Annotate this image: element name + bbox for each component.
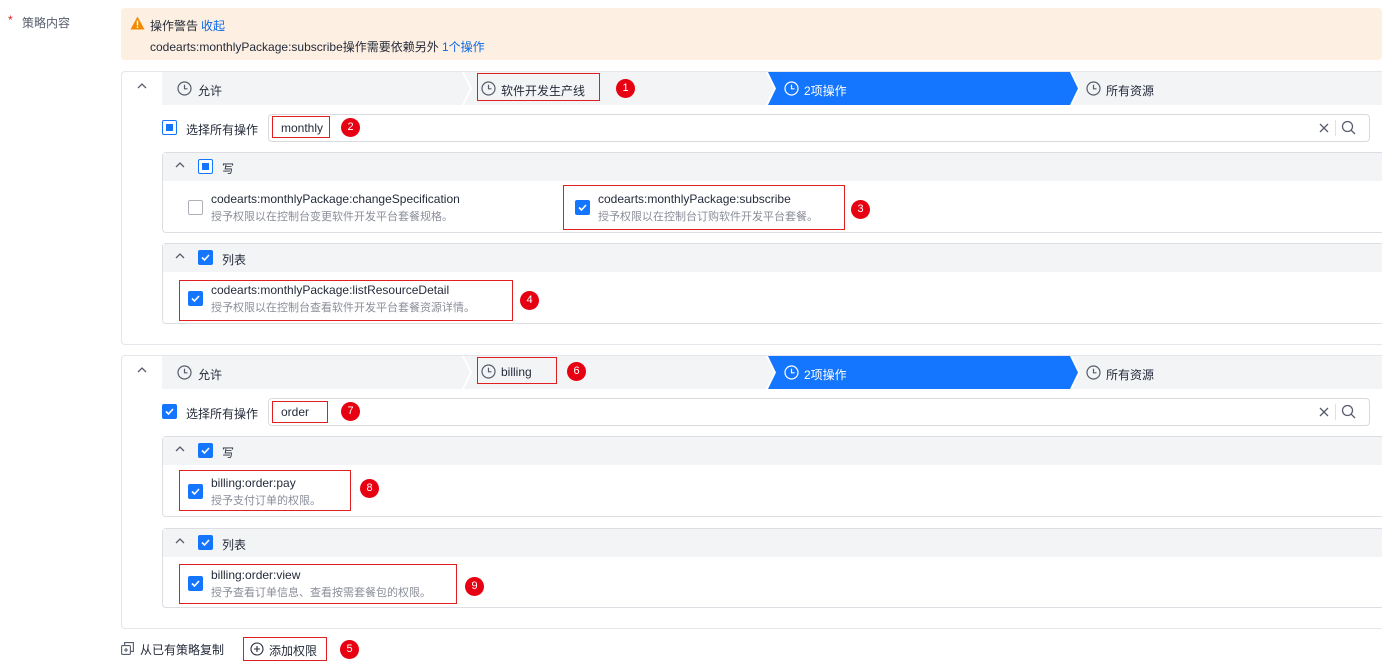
annotation-marker: 2 <box>341 118 360 137</box>
action-checkbox[interactable] <box>188 291 203 306</box>
clock-icon <box>177 81 192 96</box>
annotation-marker: 4 <box>520 291 539 310</box>
statement-step-bar <box>162 72 1382 105</box>
required-mark: * <box>8 13 13 27</box>
chevron-up-icon[interactable] <box>174 159 186 171</box>
group-checkbox[interactable] <box>198 443 213 458</box>
action-description: 授予权限以在控制台变更软件开发平台套餐规格。 <box>211 211 453 223</box>
group-checkbox[interactable] <box>198 159 213 174</box>
chevron-up-icon[interactable] <box>174 250 186 262</box>
search-icon[interactable] <box>1341 404 1356 419</box>
copy-from-policy-button[interactable]: 从已有策略复制 <box>140 641 224 658</box>
clock-icon <box>784 81 799 96</box>
action-description: 授予支付订单的权限。 <box>211 495 321 507</box>
divider <box>1335 120 1336 136</box>
clock-icon <box>784 365 799 380</box>
step-resources-label: 所有资源 <box>1106 368 1155 382</box>
divider <box>1335 404 1336 420</box>
chevron-up-icon[interactable] <box>174 443 186 455</box>
annotation-marker: 1 <box>616 79 635 98</box>
step-service-label: 软件开发生产线 <box>501 84 586 98</box>
select-all-label: 选择所有操作 <box>186 123 259 137</box>
action-description: 授予权限以在控制台订购软件开发平台套餐。 <box>598 211 818 223</box>
plus-circle-icon <box>250 642 264 656</box>
warning-icon <box>130 16 145 30</box>
group-header[interactable] <box>163 529 1382 557</box>
warning-dependency-link[interactable]: 1个操作 <box>442 38 485 55</box>
group-header[interactable] <box>163 244 1382 272</box>
chevron-up-icon[interactable] <box>174 535 186 547</box>
step-effect-label: 允许 <box>198 84 223 98</box>
action-name: codearts:monthlyPackage:listResourceDeta… <box>211 283 450 297</box>
group-title: 列表 <box>222 538 247 552</box>
action-name: codearts:monthlyPackage:subscribe <box>598 192 791 206</box>
warning-title: 操作警告 <box>150 19 199 33</box>
annotation-marker: 3 <box>851 200 870 219</box>
copy-icon[interactable] <box>121 642 134 655</box>
field-label: 策略内容 <box>22 16 71 30</box>
action-description: 授予权限以在控制台查看软件开发平台套餐资源详情。 <box>211 302 475 314</box>
chevron-up-icon[interactable] <box>136 364 148 376</box>
action-name: billing:order:view <box>211 568 301 582</box>
step-effect-label: 允许 <box>198 368 223 382</box>
annotation-marker: 8 <box>360 479 379 498</box>
step-actions-label: 2项操作 <box>804 368 847 382</box>
chevron-up-icon[interactable] <box>136 80 148 92</box>
group-header[interactable] <box>163 153 1382 181</box>
annotation-marker: 9 <box>465 577 484 596</box>
clock-icon <box>1086 365 1101 380</box>
search-icon[interactable] <box>1341 120 1356 135</box>
group-title: 写 <box>222 162 235 176</box>
action-description: 授予查看订单信息、查看按需套餐包的权限。 <box>211 587 431 599</box>
search-value: monthly <box>281 121 324 135</box>
select-all-checkbox[interactable] <box>162 404 177 419</box>
action-search-input[interactable] <box>268 398 1370 426</box>
action-checkbox[interactable] <box>188 576 203 591</box>
annotation-marker: 7 <box>341 402 360 421</box>
statement-step-bar <box>162 356 1382 389</box>
action-search-input[interactable] <box>268 114 1370 142</box>
clock-icon <box>177 365 192 380</box>
group-checkbox[interactable] <box>198 535 213 550</box>
group-checkbox[interactable] <box>198 250 213 265</box>
select-all-checkbox[interactable] <box>162 120 177 135</box>
annotation-marker: 5 <box>340 640 359 659</box>
action-name: codearts:monthlyPackage:changeSpecificat… <box>211 192 460 206</box>
search-value: order <box>281 405 310 419</box>
clock-icon <box>481 81 496 96</box>
add-permission-label: 添加权限 <box>269 644 318 658</box>
step-resources-label: 所有资源 <box>1106 84 1155 98</box>
group-title: 列表 <box>222 253 247 267</box>
step-service-label: billing <box>501 365 532 379</box>
annotation-marker: 6 <box>567 362 586 381</box>
select-all-label: 选择所有操作 <box>186 407 259 421</box>
clock-icon <box>1086 81 1101 96</box>
group-title: 写 <box>222 446 235 460</box>
action-checkbox[interactable] <box>575 200 590 215</box>
group-header[interactable] <box>163 437 1382 465</box>
action-checkbox[interactable] <box>188 484 203 499</box>
warning-collapse-link[interactable]: 收起 <box>201 17 225 34</box>
clear-icon[interactable] <box>1318 406 1330 418</box>
action-name: billing:order:pay <box>211 476 296 490</box>
action-checkbox[interactable] <box>188 200 203 215</box>
warning-message: codearts:monthlyPackage:subscribe操作需要依赖另… <box>150 40 439 54</box>
step-actions-label: 2项操作 <box>804 84 847 98</box>
clear-icon[interactable] <box>1318 122 1330 134</box>
clock-icon <box>481 364 496 379</box>
